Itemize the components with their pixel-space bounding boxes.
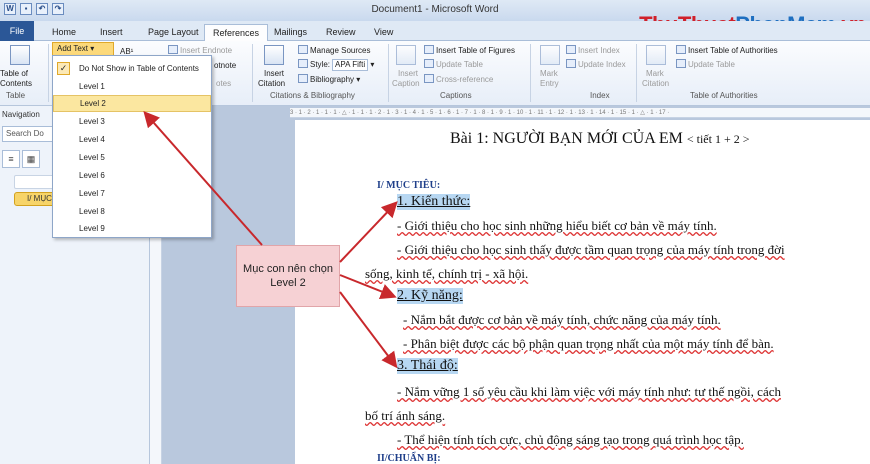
menu-item-level-7[interactable]: Level 7 <box>53 185 211 202</box>
group-separator <box>636 44 637 102</box>
mark-entry-label-2[interactable]: Entry <box>540 79 559 89</box>
annotation-callout: Mục con nên chọn Level 2 <box>236 245 340 307</box>
menu-item-level-1[interactable]: Level 1 <box>53 78 211 95</box>
mark-citation-icon[interactable] <box>646 45 666 65</box>
insert-citation-label-2[interactable]: Citation <box>258 79 285 89</box>
insert-caption-label-2[interactable]: Caption <box>392 79 420 89</box>
horizontal-ruler: 3 · 1 · 2 · 1 · 1 · 1 · △ · 1 · 1 · 1 · … <box>290 108 870 118</box>
text-line-5b: bố trí ánh sáng. <box>365 408 446 423</box>
update-table-button[interactable]: Update Table <box>424 59 483 70</box>
table-of-authorities-icon <box>676 45 686 54</box>
group-separator <box>388 44 389 102</box>
checkmark-icon: ✓ <box>57 62 70 75</box>
insert-table-of-authorities-button[interactable]: Insert Table of Authorities <box>676 45 778 56</box>
cross-reference-button[interactable]: Cross-reference <box>424 74 493 85</box>
text-line-1: - Giới thiệu cho học sinh những hiểu biế… <box>397 218 717 233</box>
text-line-3: - Nắm bắt được cơ bản về máy tính, chức … <box>403 312 721 327</box>
add-text-menu: ✓ Do Not Show in Table of Contents Level… <box>52 55 212 238</box>
group-label-citations: Citations & Bibliography <box>270 91 355 100</box>
style-icon <box>298 59 308 68</box>
tab-mailings[interactable]: Mailings <box>266 24 315 41</box>
heading-knowledge[interactable]: 1. Kiến thức: <box>397 194 471 210</box>
menu-item-level-3[interactable]: Level 3 <box>53 113 211 130</box>
table-of-figures-icon <box>424 45 434 54</box>
group-label-captions: Captions <box>440 91 472 100</box>
table-of-contents-icon[interactable] <box>10 45 30 65</box>
insert-index-button[interactable]: Insert Index <box>566 45 620 56</box>
group-label-index: Index <box>590 91 610 100</box>
tab-view[interactable]: View <box>366 24 401 41</box>
heading-skills[interactable]: 2. Kỹ năng: <box>397 288 463 304</box>
browse-pages-icon[interactable]: ▦ <box>22 150 40 168</box>
insert-index-icon <box>566 45 576 54</box>
insert-caption-icon[interactable] <box>396 45 416 65</box>
mark-entry-icon[interactable] <box>540 45 560 65</box>
callout-line-1: Mục con nên chọn <box>243 263 333 275</box>
text-line-2a: - Giới thiệu cho học sinh thấy được tầm … <box>397 242 785 257</box>
bibliography-button[interactable]: Bibliography ▾ <box>298 74 360 85</box>
mark-citation-label-2[interactable]: Citation <box>642 79 669 89</box>
group-label-table: Table <box>6 91 26 100</box>
update-table-icon <box>424 59 434 68</box>
text-line-5a: - Nắm vững 1 số yêu cầu khi làm việc với… <box>397 384 781 399</box>
mark-entry-label-1[interactable]: Mark <box>540 69 558 79</box>
text-line-2b: sống, kinh tế, chính trị - xã hội. <box>365 266 529 281</box>
tab-file[interactable]: File <box>0 21 34 41</box>
vertical-ruler <box>150 225 162 464</box>
next-footnote-button[interactable]: otnote <box>214 61 236 71</box>
add-text-button[interactable]: Add Text ▾ <box>52 42 114 56</box>
insert-caption-label-1[interactable]: Insert <box>398 69 418 79</box>
manage-sources-button[interactable]: Manage Sources <box>298 45 370 56</box>
menu-item-level-4[interactable]: Level 4 <box>53 131 211 148</box>
tab-page-layout[interactable]: Page Layout <box>140 24 207 41</box>
update-index-button[interactable]: Update Index <box>566 59 626 70</box>
browse-headings-icon[interactable]: ≡ <box>2 150 20 168</box>
heading-attitude[interactable]: 3. Thái độ: <box>397 358 458 374</box>
update-toa-icon <box>676 59 686 68</box>
update-toa-button[interactable]: Update Table <box>676 59 735 70</box>
group-separator <box>530 44 531 102</box>
cross-reference-icon <box>424 74 434 83</box>
text-line-4: - Phân biệt được các bộ phận quan trọng … <box>403 336 774 351</box>
toc-label-1[interactable]: Table of <box>0 69 28 79</box>
mark-citation-label-1[interactable]: Mark <box>646 69 664 79</box>
toc-label-2[interactable]: Contents <box>0 79 32 89</box>
document-title: Bài 1: NGƯỜI BẠN MỚI CỦA EM < tiết 1 + 2… <box>450 130 750 147</box>
insert-citation-icon[interactable] <box>264 45 284 65</box>
tab-insert[interactable]: Insert <box>92 24 131 41</box>
group-separator <box>252 44 253 102</box>
text-line-6: - Thể hiện tính tích cực, chủ động sáng … <box>397 432 744 447</box>
menu-item-level-2[interactable]: Level 2 <box>53 95 211 112</box>
section-preparation: II/CHUẨN BỊ: <box>377 453 441 464</box>
insert-table-of-figures-button[interactable]: Insert Table of Figures <box>424 45 515 56</box>
show-notes-button[interactable]: otes <box>216 79 231 89</box>
menu-item-level-8[interactable]: Level 8 <box>53 203 211 220</box>
update-index-icon <box>566 59 576 68</box>
bibliography-icon <box>298 74 308 83</box>
document-page[interactable]: Bài 1: NGƯỜI BẠN MỚI CỦA EM < tiết 1 + 2… <box>295 120 870 464</box>
tab-references[interactable]: References <box>204 24 269 41</box>
insert-citation-label-1[interactable]: Insert <box>264 69 284 79</box>
tab-review[interactable]: Review <box>318 24 364 41</box>
section-objectives: I/ MỤC TIÊU: <box>377 180 441 191</box>
navigation-title: Navigation <box>2 110 40 119</box>
menu-item-level-6[interactable]: Level 6 <box>53 167 211 184</box>
callout-line-2: Level 2 <box>270 277 306 289</box>
menu-item-level-9[interactable]: Level 9 <box>53 220 211 237</box>
manage-sources-icon <box>298 45 308 54</box>
tab-home[interactable]: Home <box>44 24 84 41</box>
menu-item-do-not-show[interactable]: ✓ Do Not Show in Table of Contents <box>53 60 211 77</box>
style-selector[interactable]: Style: APA Fifti ▾ <box>298 59 374 71</box>
group-separator <box>48 44 49 102</box>
style-dropdown[interactable]: APA Fifti <box>332 59 369 71</box>
menu-item-level-5[interactable]: Level 5 <box>53 149 211 166</box>
group-label-toa: Table of Authorities <box>690 91 758 100</box>
endnote-icon <box>168 45 178 54</box>
ribbon-tabs: File Home Insert Page Layout References … <box>0 21 870 41</box>
